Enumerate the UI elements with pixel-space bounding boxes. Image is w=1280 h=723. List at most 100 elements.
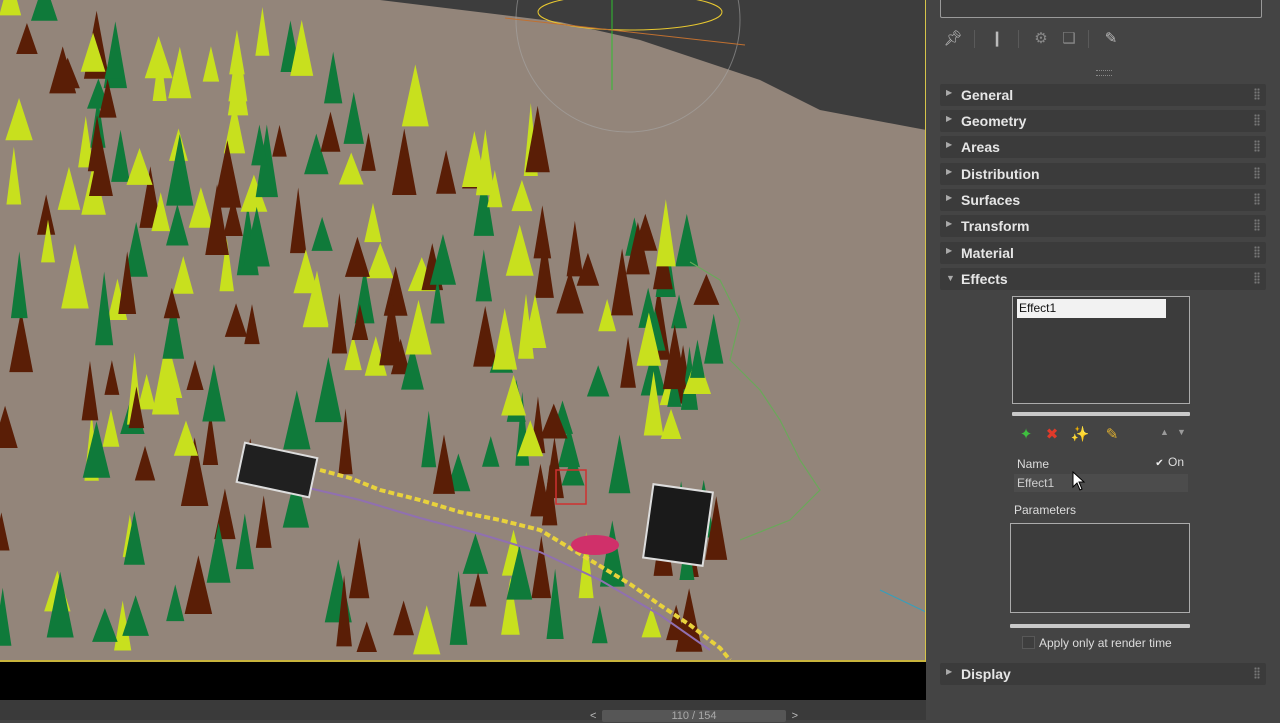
tree [469, 572, 487, 607]
tree [393, 600, 414, 636]
tree [5, 98, 33, 141]
tree-field [0, 0, 728, 655]
tree [9, 310, 34, 373]
tree [436, 150, 457, 194]
rollout-areas[interactable]: ▶ Areas [940, 136, 1266, 158]
configure-modifier-sets-icon[interactable]: ✎ [1100, 26, 1122, 50]
delete-effect-icon[interactable]: ✖ [1042, 424, 1062, 444]
move-down-icon[interactable]: ▼ [1177, 427, 1186, 437]
tree [405, 299, 432, 355]
drag-handle-icon[interactable] [1254, 167, 1260, 179]
rollout-material[interactable]: ▶ Material [940, 242, 1266, 264]
tree [586, 365, 610, 397]
tree [202, 364, 226, 422]
tree [366, 242, 394, 279]
toolbar-separator [974, 30, 975, 48]
rollout-transform[interactable]: ▶ Transform [940, 215, 1266, 237]
tree [255, 6, 270, 56]
panel-resize-grip[interactable] [1096, 70, 1112, 76]
tree [0, 512, 10, 551]
tree [255, 495, 272, 548]
rollout-label: Surfaces [961, 192, 1021, 208]
effects-rollout-body: Effect1 ✦ ✖ ✨ ✎ ▲ ▼ Name ✔On Parameters … [926, 296, 1280, 656]
object-name-field[interactable] [940, 0, 1262, 18]
time-slider[interactable]: < 110 / 154 > [590, 710, 798, 722]
drag-handle-icon[interactable] [1254, 140, 1260, 152]
pin-icon[interactable]: 📌︎ [942, 26, 964, 50]
tree [0, 587, 12, 646]
collapsed-arrow-icon: ▶ [946, 167, 953, 176]
tree [641, 606, 662, 638]
rollout-surfaces[interactable]: ▶ Surfaces [940, 189, 1266, 211]
drag-handle-icon[interactable] [1254, 219, 1260, 231]
viewport-3d[interactable] [0, 0, 926, 662]
remove-modifier-icon[interactable]: ❑ [1058, 26, 1080, 50]
tree [533, 205, 552, 259]
tree [338, 152, 364, 185]
tree [37, 194, 56, 235]
building-left [235, 441, 319, 499]
tree [556, 270, 584, 314]
tree [344, 236, 370, 277]
tree [432, 434, 456, 494]
effects-list[interactable]: Effect1 [1012, 296, 1190, 404]
tree [92, 608, 118, 642]
tree [505, 224, 534, 276]
tree [81, 360, 99, 421]
collapsed-arrow-icon: ▶ [946, 667, 953, 676]
tree [348, 537, 370, 599]
rollout-label: Transform [961, 218, 1030, 234]
effect-name-input[interactable] [1014, 474, 1188, 492]
tree [104, 360, 120, 395]
tree [0, 405, 18, 448]
tree [82, 421, 111, 478]
magic-wand-icon[interactable]: ✨ [1070, 424, 1090, 444]
on-checkbox[interactable]: ✔ On [1154, 455, 1184, 469]
drag-handle-icon[interactable] [1254, 88, 1260, 100]
apply-render-time-checkbox[interactable]: Apply only at render time [1022, 636, 1172, 650]
tree [235, 513, 254, 570]
tree [620, 336, 636, 388]
tree [356, 621, 377, 653]
tree [244, 304, 260, 345]
modifier-stack-icon[interactable]: ❙ [986, 26, 1008, 50]
tree [475, 249, 493, 302]
forest-scene [0, 0, 925, 660]
drag-handle-icon[interactable] [1254, 246, 1260, 258]
tree [57, 166, 81, 210]
tree [311, 216, 333, 251]
background-void [380, 0, 925, 130]
checkbox-box[interactable] [1022, 636, 1035, 649]
tree [671, 294, 688, 329]
rollout-effects[interactable]: ▼ Effects [940, 268, 1266, 290]
tree [421, 410, 437, 468]
drag-handle-icon[interactable] [1254, 667, 1260, 679]
drag-handle-icon[interactable] [1254, 272, 1260, 284]
rollout-display[interactable]: ▶ Display [940, 663, 1266, 685]
rollout-distribution[interactable]: ▶ Distribution [940, 163, 1266, 185]
effects-list-scrollbar[interactable] [1012, 412, 1190, 416]
parameters-scrollbar[interactable] [1010, 624, 1190, 628]
collapsed-arrow-icon: ▶ [946, 114, 953, 123]
tree [61, 243, 89, 309]
tree [166, 134, 194, 206]
make-unique-icon[interactable]: ⚙ [1030, 26, 1052, 50]
drag-handle-icon[interactable] [1254, 114, 1260, 126]
move-up-icon[interactable]: ▲ [1160, 427, 1169, 437]
check-icon[interactable]: ✔ [1154, 458, 1165, 469]
tree [186, 359, 204, 391]
tree [126, 147, 153, 185]
collapsed-arrow-icon: ▶ [946, 219, 953, 228]
drag-handle-icon[interactable] [1254, 193, 1260, 205]
rollout-geometry[interactable]: ▶ Geometry [940, 110, 1266, 132]
edit-effect-icon[interactable]: ✎ [1102, 424, 1122, 444]
tree [10, 251, 28, 319]
parameters-box[interactable] [1010, 523, 1190, 613]
prev-frame-icon[interactable]: < [590, 710, 596, 723]
next-frame-icon[interactable]: > [792, 710, 798, 723]
tree [202, 46, 220, 82]
list-item[interactable]: Effect1 [1017, 299, 1166, 318]
rollout-general[interactable]: ▶ General [940, 84, 1266, 106]
add-effect-icon[interactable]: ✦ [1016, 424, 1036, 444]
tree [172, 255, 194, 294]
